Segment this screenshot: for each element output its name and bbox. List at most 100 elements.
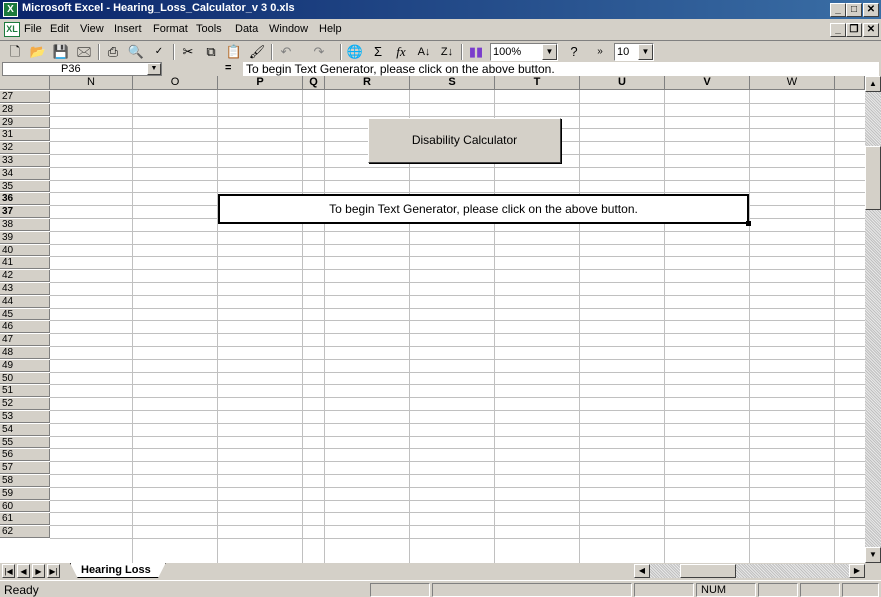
zoom-combo[interactable]: 100% ▼ [490,43,558,61]
row-header-56[interactable]: 56 [0,449,50,462]
text-generator-message-box[interactable]: To begin Text Generator, please click on… [218,194,751,226]
scroll-left-icon[interactable]: ◀ [634,564,650,578]
row-header-48[interactable]: 48 [0,347,50,359]
column-header-w[interactable]: W [750,76,835,90]
row-header-28[interactable]: 28 [0,103,50,116]
menu-file[interactable]: File [24,23,42,35]
row-header-45[interactable]: 45 [0,308,50,321]
open-icon[interactable]: 📂 [28,43,48,61]
row-header-39[interactable]: 39 [0,231,50,244]
column-header-s[interactable]: S [410,76,495,90]
row-header-43[interactable]: 43 [0,283,50,295]
doc-restore-icon[interactable]: ❐ [846,23,862,37]
row-header-40[interactable]: 40 [0,244,50,257]
print-icon[interactable]: ⎙ [103,43,123,61]
sheet-tab-hearing-loss[interactable]: Hearing Loss [70,563,166,578]
column-header-r[interactable]: R [325,76,410,90]
print-preview-icon[interactable]: 🔍 [126,43,146,61]
formula-input[interactable]: To begin Text Generator, please click on… [243,62,879,76]
column-header-partial[interactable] [835,76,865,90]
first-sheet-icon[interactable]: |◀ [2,564,15,578]
row-header-55[interactable]: 55 [0,436,50,449]
row-header-59[interactable]: 59 [0,487,50,500]
chevron-down-icon[interactable]: ▼ [147,63,161,75]
menu-tools[interactable]: Tools [196,23,222,35]
sort-ascending-icon[interactable]: A↓ [414,43,434,61]
disability-calculator-button[interactable]: Disability Calculator [368,118,561,163]
column-header-u[interactable]: U [580,76,665,90]
row-header-51[interactable]: 51 [0,385,50,398]
select-all-corner[interactable] [0,76,50,90]
column-header-p[interactable]: P [218,76,303,90]
row-header-46[interactable]: 46 [0,321,50,334]
redo-icon[interactable]: ↷ [309,43,329,61]
row-header-54[interactable]: 54 [0,423,50,436]
menu-format[interactable]: Format [153,23,188,35]
excel-app-icon[interactable]: X [3,2,18,17]
row-header-53[interactable]: 53 [0,411,50,423]
row-header-61[interactable]: 61 [0,513,50,526]
chevron-down-icon[interactable]: ▼ [542,44,557,60]
column-header-q[interactable]: Q [303,76,325,90]
last-sheet-icon[interactable]: ▶| [47,564,60,578]
email-icon[interactable]: 🖂 [74,43,94,61]
function-icon[interactable]: fx [391,43,411,61]
spreadsheet-grid[interactable]: NOPQRSTUVW 27 28 29 31 32 33 34 35 36 37 38 39 40 41 4… [0,76,865,563]
format-painter-icon[interactable]: 🖌 [247,43,267,61]
menu-data[interactable]: Data [235,23,258,35]
doc-minimize-icon[interactable]: _ [830,23,846,37]
row-header-36[interactable]: 36 [0,193,50,206]
prev-sheet-icon[interactable]: ◀ [17,564,30,578]
row-header-31[interactable]: 31 [0,129,50,142]
next-sheet-icon[interactable]: ▶ [32,564,45,578]
row-header-57[interactable]: 57 [0,462,50,474]
autosum-icon[interactable]: Σ [368,43,388,61]
chart-wizard-icon[interactable]: ▮▮ [466,43,486,61]
paste-icon[interactable]: 📋 [224,43,244,61]
maximize-icon[interactable]: □ [846,3,862,17]
column-header-t[interactable]: T [495,76,580,90]
row-header-52[interactable]: 52 [0,398,50,410]
horizontal-scroll-thumb[interactable] [680,564,736,578]
workbook-icon[interactable]: XL [4,22,20,37]
vertical-scrollbar[interactable]: ▲ ▼ [865,76,881,563]
cut-icon[interactable]: ✂ [178,43,198,61]
row-header-58[interactable]: 58 [0,475,50,487]
menu-insert[interactable]: Insert [114,23,142,35]
row-header-32[interactable]: 32 [0,142,50,154]
row-header-62[interactable]: 62 [0,526,50,538]
undo-icon[interactable]: ↶ [276,43,296,61]
close-icon[interactable]: ✕ [863,3,879,17]
row-header-44[interactable]: 44 [0,295,50,308]
spelling-icon[interactable]: ✓ [149,43,169,61]
row-header-47[interactable]: 47 [0,334,50,346]
minimize-icon[interactable]: _ [830,3,846,17]
row-header-29[interactable]: 29 [0,116,50,129]
save-icon[interactable]: 💾 [51,43,71,61]
row-header-35[interactable]: 35 [0,180,50,193]
more-buttons-icon[interactable]: » [590,43,610,61]
scroll-right-icon[interactable]: ▶ [849,564,865,578]
column-header-n[interactable]: N [50,76,133,90]
name-box[interactable]: P36 ▼ [2,62,162,76]
row-header-41[interactable]: 41 [0,257,50,270]
resize-handle[interactable] [746,221,751,226]
new-icon[interactable]: 🗋 [5,43,25,61]
row-header-33[interactable]: 33 [0,155,50,167]
menu-edit[interactable]: Edit [50,23,69,35]
menu-view[interactable]: View [80,23,104,35]
scroll-down-icon[interactable]: ▼ [865,547,881,563]
menu-help[interactable]: Help [319,23,342,35]
menu-window[interactable]: Window [269,23,308,35]
chevron-down-icon[interactable]: ▼ [638,44,653,60]
vertical-scroll-thumb[interactable] [865,146,881,210]
hyperlink-icon[interactable]: 🌐 [345,43,365,61]
row-header-34[interactable]: 34 [0,167,50,180]
sort-descending-icon[interactable]: Z↓ [437,43,457,61]
row-header-50[interactable]: 50 [0,372,50,385]
column-header-o[interactable]: O [133,76,218,90]
font-size-combo[interactable]: 10 ▼ [614,43,654,61]
column-header-v[interactable]: V [665,76,750,90]
row-header-49[interactable]: 49 [0,359,50,372]
copy-icon[interactable]: ⧉ [201,43,221,61]
